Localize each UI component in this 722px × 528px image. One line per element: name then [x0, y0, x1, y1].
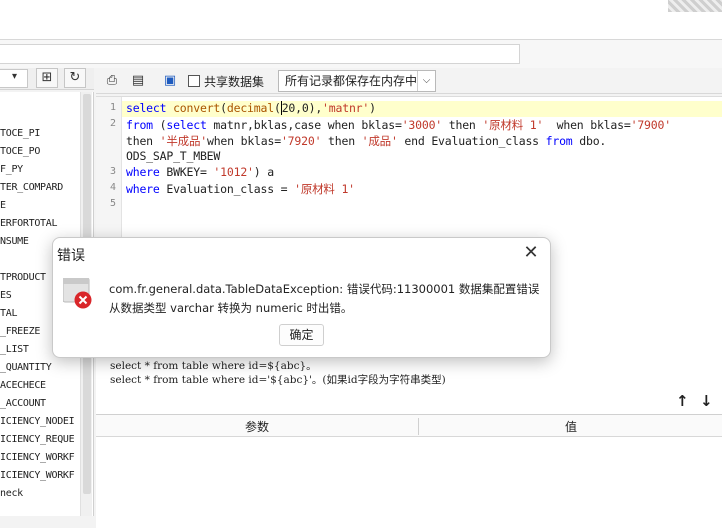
arrow-up-icon: ↑ [676, 392, 689, 410]
tree-item[interactable]: TOCE_PO [0, 146, 40, 157]
param-column-header: 参数 [96, 418, 419, 435]
tree-item[interactable]: ERFORTOTAL [0, 218, 58, 229]
tree-item[interactable]: ES [0, 290, 12, 301]
error-icon [62, 277, 93, 310]
tree-item[interactable]: NSUME [0, 236, 29, 247]
tree-item[interactable]: TOCE_PI [0, 128, 40, 139]
address-row [0, 40, 722, 68]
param-icon: ▣ [163, 73, 177, 88]
title-stripe [668, 0, 722, 12]
chevron-down-icon: ▾ [12, 71, 18, 82]
tree-item[interactable]: ACECHECE [0, 380, 46, 391]
tree-item[interactable]: ICIENCY_WORKF [0, 470, 75, 481]
code-line-2-wrap-b: ODS_SAP_T_MBEW [126, 149, 221, 163]
error-message-line-1: com.fr.general.data.TableDataException: … [109, 282, 540, 296]
window-top-bar [0, 0, 722, 40]
line-number: 5 [109, 198, 116, 209]
share-dataset-toggle[interactable]: 共享数据集 [188, 72, 264, 90]
code-line-4: where Evaluation_class = '原材料 1' [126, 182, 355, 196]
share-checkbox[interactable] [188, 75, 200, 87]
line-number: 3 [109, 166, 116, 177]
tree-item[interactable]: TPRODUCT [0, 272, 46, 283]
dialog-title: 错误 [57, 248, 85, 264]
tree-item[interactable]: _LIST [0, 344, 29, 355]
code-line-3: where BWKEY= '1012') a [126, 165, 274, 179]
tree-item[interactable]: ICIENCY_REQUE [0, 434, 75, 445]
tree-item[interactable]: ICIENCY_WORKF [0, 452, 75, 463]
preview-icon: ⎙ [106, 73, 118, 88]
refresh-icon: ↻ [69, 70, 81, 85]
line-number: 1 [109, 102, 116, 113]
tree-item[interactable]: F_PY [0, 164, 23, 175]
hint-line-2: select * from table where id='${abc}'。(如… [110, 374, 446, 386]
line-number: 2 [109, 118, 116, 129]
format-button[interactable]: ⊞ [36, 68, 58, 88]
param-table-header: 参数 值 [96, 415, 722, 437]
preview-button[interactable]: ⎙ [102, 71, 122, 91]
address-field[interactable] [0, 44, 520, 64]
sql-button[interactable]: ▤ [128, 71, 148, 91]
param-button[interactable]: ▣ [160, 71, 180, 91]
refresh-button[interactable]: ↻ [64, 68, 86, 88]
error-dialog: 错误 ✕ com.fr.general.data.TableDataExcept… [52, 237, 551, 358]
move-down-button[interactable]: ↓ [700, 392, 713, 410]
value-column-header: 值 [564, 420, 577, 434]
ok-button[interactable]: 确定 [279, 324, 324, 346]
tree-filter-select[interactable]: ▾ [0, 69, 28, 88]
hint-line-1: select * from table where id=${abc}。 [110, 360, 317, 372]
tree-item[interactable]: neck [0, 488, 23, 499]
chevron-down-icon: ⌵ [417, 71, 435, 91]
share-label: 共享数据集 [204, 74, 265, 89]
arrow-down-icon: ↓ [700, 392, 713, 410]
tree-item[interactable]: _FREEZE [0, 326, 40, 337]
tree-item[interactable]: TAL [0, 308, 17, 319]
sql-icon: ▤ [131, 73, 145, 88]
move-up-button[interactable]: ↑ [676, 392, 689, 410]
line-number: 4 [109, 182, 116, 193]
tree-item[interactable]: _ACCOUNT [0, 398, 46, 409]
code-line-1: select convert(decimal(20,0),'matnr') [126, 101, 376, 115]
close-icon: ✕ [523, 242, 539, 263]
tree-item[interactable]: ICIENCY_NODEI [0, 416, 75, 427]
save-mode-value: 所有记录都保存在内存中 [285, 74, 418, 88]
format-icon: ⊞ [41, 70, 53, 85]
code-line-2: from (select matnr,bklas,case when bklas… [126, 118, 671, 132]
tree-toolbar: ▾ ⊞ ↻ [0, 68, 94, 90]
tree-item[interactable]: E [0, 200, 6, 211]
tree-item[interactable]: TER_COMPARD [0, 182, 63, 193]
code-line-2-wrap-a: then '半成品'when bklas='7920' then '成品' en… [126, 134, 607, 148]
close-button[interactable]: ✕ [521, 243, 541, 263]
save-mode-select[interactable]: 所有记录都保存在内存中 ⌵ [278, 70, 436, 92]
error-message-line-2: 从数据类型 varchar 转换为 numeric 时出错。 [109, 301, 353, 315]
tree-item[interactable]: _QUANTITY [0, 362, 52, 373]
param-table: 参数 值 [96, 414, 722, 528]
editor-toolbar: ⎙ ▤ ▣ 共享数据集 所有记录都保存在内存中 ⌵ [96, 68, 722, 94]
